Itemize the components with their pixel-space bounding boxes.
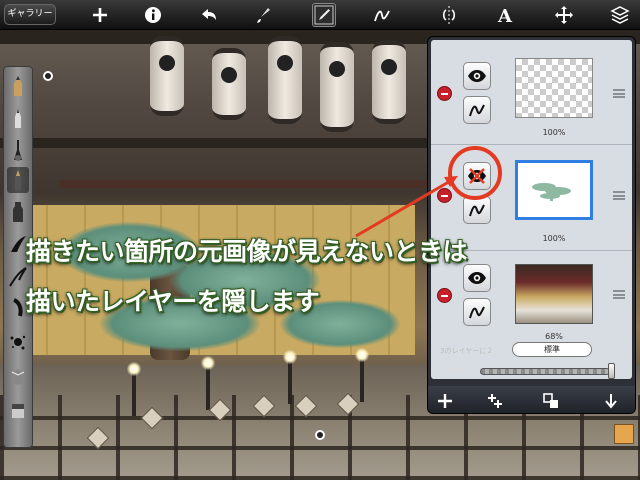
layers-icon[interactable] (608, 3, 632, 27)
canvas-anchor-handle[interactable] (43, 71, 53, 81)
curve-icon[interactable] (370, 3, 394, 27)
gallery-button[interactable]: ギャラリー (4, 4, 56, 25)
opacity-label: Opacity (441, 365, 476, 375)
pen-icon[interactable] (7, 105, 29, 131)
move-down-icon[interactable] (600, 390, 622, 412)
blend-curve-icon[interactable] (463, 96, 491, 124)
opacity-slider-knob[interactable] (608, 363, 615, 379)
pencil-icon[interactable] (7, 73, 29, 99)
layer-opacity: 68% (545, 332, 563, 341)
candle (355, 348, 369, 402)
drag-handle-icon[interactable] (613, 89, 625, 98)
layers-panel: 100% 100% 68% 3のレイヤーに２ 標準 Opacity (427, 36, 636, 414)
undo-icon[interactable] (197, 3, 221, 27)
brush-tool-icon[interactable] (252, 3, 276, 27)
top-toolbar: ギャラリー A (0, 0, 640, 30)
layer-thumbnail[interactable] (515, 58, 593, 118)
fill-icon[interactable] (7, 363, 29, 389)
layer-opacity: 100% (542, 234, 566, 243)
eye-icon[interactable] (463, 62, 491, 90)
layers-panel-toolbar (428, 386, 635, 413)
annotation-text-line2: 描いたレイヤーを隠します (26, 287, 320, 316)
candle (283, 350, 297, 404)
annotation-circle (448, 146, 502, 200)
info-icon[interactable] (141, 3, 165, 27)
layer-row[interactable]: 100% (431, 40, 632, 145)
add-layer-icon[interactable] (434, 390, 456, 412)
candle (201, 356, 215, 410)
marker-icon[interactable] (7, 199, 29, 225)
annotation-text-line1: 描きたい箇所の元画像が見えないときは (26, 237, 468, 266)
canvas-anchor-handle[interactable] (315, 430, 325, 440)
paper-lantern (268, 36, 302, 124)
eye-icon[interactable] (463, 264, 491, 292)
drag-handle-icon[interactable] (613, 290, 625, 299)
brush-tool-icon[interactable] (312, 3, 336, 27)
text-icon[interactable]: A (493, 3, 517, 27)
merge-layer-icon[interactable] (540, 390, 562, 412)
blend-mode-button[interactable]: 標準 (512, 342, 592, 357)
duplicate-layer-icon[interactable] (484, 390, 506, 412)
transform-icon[interactable] (552, 3, 576, 27)
symmetry-icon[interactable] (437, 3, 461, 27)
ceiling-beam (60, 180, 430, 188)
spatter-icon[interactable] (7, 329, 29, 355)
paper-lantern (320, 42, 354, 132)
color-swatch[interactable] (614, 424, 634, 444)
drag-handle-icon[interactable] (613, 191, 625, 200)
layers-list: 100% 100% 68% (431, 40, 632, 379)
delete-layer-icon[interactable] (437, 86, 452, 101)
delete-layer-icon[interactable] (437, 188, 452, 203)
svg-text:A: A (497, 6, 513, 25)
paper-lantern (212, 48, 246, 120)
paper-lantern (372, 40, 406, 124)
eraser-icon[interactable] (7, 397, 29, 423)
add-icon[interactable] (88, 3, 112, 27)
layer-thumbnail[interactable] (515, 264, 593, 324)
brush-icon[interactable] (7, 167, 29, 193)
layer-thumbnail-selected[interactable] (515, 160, 593, 220)
airbrush-icon[interactable] (7, 137, 29, 163)
layer-count: 3のレイヤーに２ (440, 347, 494, 355)
delete-layer-icon[interactable] (437, 288, 452, 303)
opacity-slider[interactable] (480, 368, 610, 375)
ceiling-beam (0, 138, 430, 148)
candle (127, 362, 141, 416)
paper-lantern (150, 36, 184, 116)
layer-opacity: 100% (542, 128, 566, 137)
blend-curve-icon[interactable] (463, 196, 491, 224)
blend-curve-icon[interactable] (463, 298, 491, 326)
pine-sketch-thumb (532, 183, 571, 201)
